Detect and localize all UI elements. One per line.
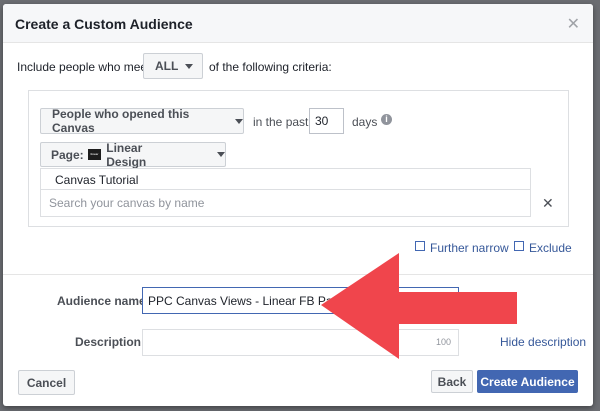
back-button[interactable]: Back [431, 370, 473, 393]
info-icon[interactable]: i [381, 114, 392, 125]
selected-canvas-row[interactable]: Canvas Tutorial [40, 168, 531, 189]
criteria-box: People who opened this Canvas in the pas… [28, 90, 569, 227]
audience-name-value: PPC Canvas Views - Linear FB Page [148, 293, 346, 308]
arrow-shape [321, 253, 517, 359]
exclude-link[interactable]: Exclude [514, 241, 572, 255]
criteria-prefix: Include people who meet [17, 60, 151, 74]
days-input[interactable]: 30 [309, 108, 344, 134]
page-logo-icon: linear [87, 149, 102, 160]
remove-icon[interactable]: ✕ [542, 195, 554, 212]
selected-canvas-label: Canvas Tutorial [55, 173, 139, 187]
description-label: Description [75, 335, 142, 349]
criteria-suffix: of the following criteria: [209, 60, 332, 74]
cancel-button[interactable]: Cancel [18, 370, 75, 395]
annotation-arrow [321, 253, 517, 359]
close-icon[interactable]: ✕ [567, 14, 580, 34]
dialog-title: Create a Custom Audience [15, 16, 193, 32]
chevron-down-icon [217, 152, 225, 157]
chevron-down-icon [235, 118, 243, 124]
chevron-down-icon [185, 63, 194, 69]
days-label: days [352, 115, 378, 129]
narrow-icon [415, 241, 425, 251]
canvas-search-input[interactable]: Search your canvas by name [40, 189, 531, 217]
page-dropdown[interactable]: Page: linear Linear Design [40, 140, 226, 169]
in-past-label: in the past [253, 115, 309, 129]
event-value: People who opened this Canvas [52, 107, 190, 135]
exclude-icon [514, 241, 524, 251]
match-type-dropdown[interactable]: ALL [143, 53, 203, 79]
audience-name-label: Audience name [57, 294, 146, 308]
page-value: Linear Design [106, 140, 147, 169]
create-audience-button[interactable]: Create Audience [477, 370, 578, 393]
page-label: Page: [51, 147, 84, 162]
dialog-header: Create a Custom Audience ✕ [3, 4, 593, 43]
canvas-search-placeholder: Search your canvas by name [49, 196, 205, 210]
exclude-label: Exclude [529, 241, 572, 255]
custom-audience-dialog: Create a Custom Audience ✕ Include peopl… [3, 4, 593, 406]
match-type-value: ALL [155, 59, 179, 73]
event-dropdown[interactable]: People who opened this Canvas [40, 107, 244, 135]
